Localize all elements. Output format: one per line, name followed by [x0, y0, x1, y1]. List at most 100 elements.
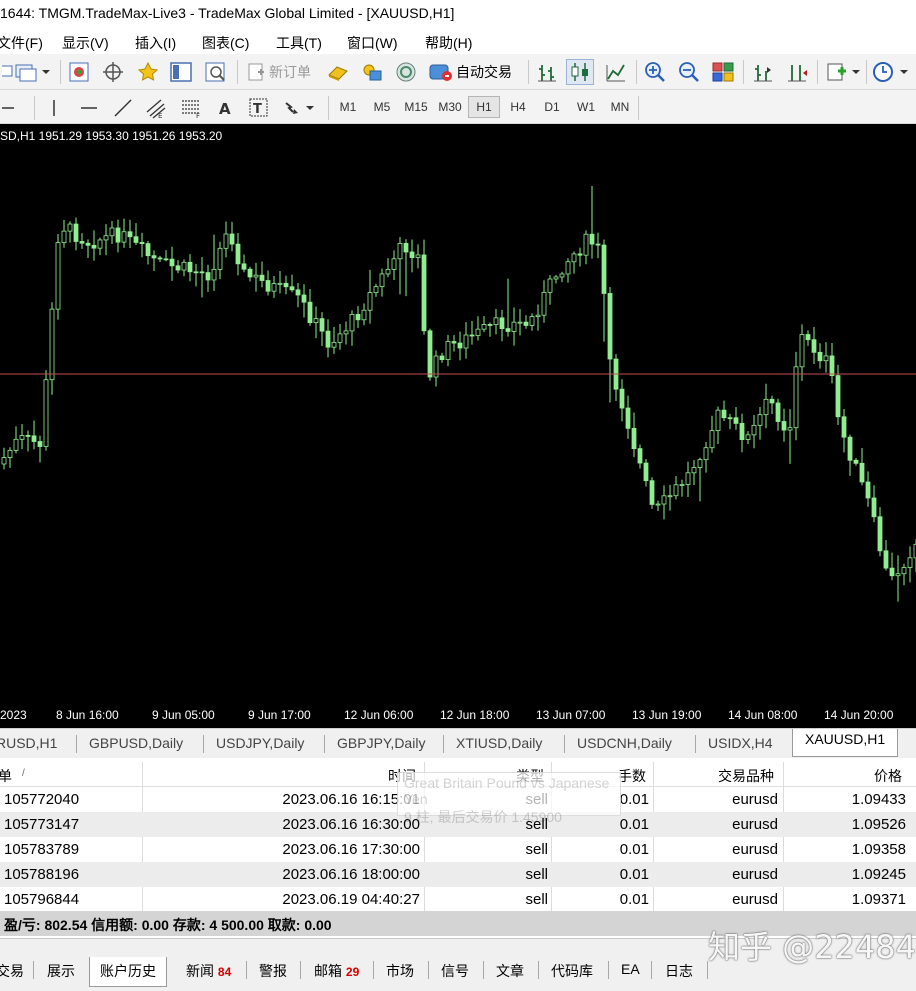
candle-body: [841, 416, 847, 438]
candlestick-chart-icon[interactable]: [566, 59, 594, 85]
zoom-out-icon[interactable]: [678, 60, 700, 84]
candle-body: [469, 334, 475, 337]
candle-body: [727, 417, 733, 420]
menu-insert[interactable]: 插入(I): [135, 33, 176, 53]
tab-mailbox[interactable]: 邮箱 29: [314, 961, 359, 981]
time-axis-label: 13 Jun 07:00: [536, 708, 606, 722]
candle-body: [145, 243, 151, 257]
cell-time: 2023.06.16 17:30:00: [282, 841, 420, 858]
candle-body: [757, 414, 763, 426]
chart-tab[interactable]: XTIUSD,Daily: [456, 735, 542, 758]
column-symbol[interactable]: 交易品种: [718, 766, 774, 786]
chart-tab[interactable]: RUSD,H1: [0, 735, 57, 758]
tab-news[interactable]: 新闻 84: [186, 961, 231, 981]
column-type[interactable]: 类型: [516, 766, 544, 786]
equidistant-channel-icon[interactable]: E: [144, 96, 170, 120]
auto-trading-button[interactable]: 自动交易: [428, 60, 512, 84]
menu-tools[interactable]: 工具(T): [276, 33, 322, 53]
candle-body: [439, 355, 445, 361]
chart-tab[interactable]: USDCNH,Daily: [577, 735, 672, 758]
crosshair-nav-icon[interactable]: [102, 60, 124, 84]
tab-journal[interactable]: 日志: [665, 961, 693, 981]
table-row[interactable]: 105788196 2023.06.16 18:00:00 sell 0.01 euru…: [0, 862, 916, 887]
cell-symbol: eurusd: [732, 791, 778, 808]
new-order-button[interactable]: 新订单: [246, 60, 311, 84]
crosshair-icon[interactable]: [2, 96, 22, 120]
candle-body: [745, 434, 751, 440]
terminal-icon[interactable]: [169, 60, 193, 84]
column-price[interactable]: 价格: [874, 766, 902, 786]
chart-window-tabs: RUSD,H1 GBPUSD,Daily USDJPY,Daily GBPJPY…: [0, 728, 916, 758]
timeframe-h4[interactable]: H4: [502, 96, 534, 118]
timeframe-m5[interactable]: M5: [366, 96, 398, 118]
column-order[interactable]: 单: [0, 766, 12, 786]
time-axis-label: 14 Jun 20:00: [824, 708, 894, 722]
strategy-tester-icon[interactable]: [204, 60, 228, 84]
timeframe-m30[interactable]: M30: [434, 96, 466, 118]
timeframe-w1[interactable]: W1: [570, 96, 602, 118]
line-chart-icon[interactable]: [605, 60, 627, 84]
profiles-icon[interactable]: [14, 60, 54, 84]
drawing-toolbar: E F A T M1 M5 M15 M30 H1 H4 D1 W1 MN: [0, 90, 916, 124]
zoom-in-icon[interactable]: [644, 60, 666, 84]
timeframe-d1[interactable]: D1: [536, 96, 568, 118]
text-label-icon[interactable]: T: [248, 96, 270, 120]
timeframe-mn[interactable]: MN: [604, 96, 636, 118]
timeframe-m15[interactable]: M15: [400, 96, 432, 118]
fibonacci-icon[interactable]: F: [180, 96, 204, 120]
timeframe-m1[interactable]: M1: [332, 96, 364, 118]
community-icon[interactable]: [394, 60, 418, 84]
menu-charts[interactable]: 图表(C): [202, 33, 249, 53]
timeframe-h1[interactable]: H1: [468, 96, 500, 118]
chart-shift-icon[interactable]: [752, 60, 774, 84]
table-row[interactable]: 105796844 2023.06.19 04:40:27 sell 0.01 euru…: [0, 887, 916, 912]
text-icon[interactable]: A: [216, 96, 238, 120]
table-row[interactable]: 105773147 2023.06.16 16:30:00 sell 0.01 euru…: [0, 812, 916, 837]
candle-body: [637, 448, 643, 464]
tab-signals[interactable]: 信号: [441, 961, 469, 981]
candle-body: [283, 282, 289, 288]
candle-body: [337, 333, 343, 343]
table-row[interactable]: 105783789 2023.06.16 17:30:00 sell 0.01 euru…: [0, 837, 916, 862]
vertical-line-icon[interactable]: [44, 96, 64, 120]
menu-help[interactable]: 帮助(H): [425, 33, 472, 53]
horizontal-line-icon[interactable]: [78, 96, 100, 120]
arrows-icon[interactable]: [282, 96, 316, 120]
price-chart[interactable]: SD,H1 1951.29 1953.30 1951.26 1953.20 20…: [0, 124, 916, 728]
navigator-icon[interactable]: [136, 60, 160, 84]
tab-account-history[interactable]: 账户历史: [89, 957, 167, 987]
market-watch-icon[interactable]: [68, 60, 90, 84]
candle-body: [259, 274, 265, 281]
periods-icon[interactable]: [872, 60, 912, 84]
tab-trade[interactable]: 交易: [0, 961, 24, 981]
chart-tab[interactable]: GBPJPY,Daily: [337, 735, 425, 758]
column-time[interactable]: 时间: [388, 766, 416, 786]
auto-scroll-icon[interactable]: [786, 60, 808, 84]
menu-view[interactable]: 显示(V): [62, 33, 109, 53]
chart-tab[interactable]: GBPUSD,Daily: [89, 735, 183, 758]
mt4-window: 1644: TMGM.TradeMax-Live3 - TradeMax Glo…: [0, 0, 916, 991]
time-axis-label: 8 Jun 16:00: [56, 708, 119, 722]
table-row[interactable]: 105772040 2023.06.16 16:15:01 sell 0.01 euru…: [0, 787, 916, 812]
chart-tab[interactable]: USIDX,H4: [708, 735, 773, 758]
tab-market[interactable]: 市场: [386, 961, 414, 981]
indicators-icon[interactable]: [826, 60, 862, 84]
bar-chart-icon[interactable]: [536, 60, 558, 84]
menu-file[interactable]: 文件(F): [0, 33, 43, 53]
column-lots[interactable]: 手数: [618, 766, 646, 786]
tab-articles[interactable]: 文章: [496, 961, 524, 981]
tile-windows-icon[interactable]: [712, 60, 734, 84]
candle-body: [847, 436, 853, 461]
chart-tab[interactable]: USDJPY,Daily: [216, 735, 304, 758]
candle-body: [175, 265, 181, 271]
signals-icon[interactable]: [360, 60, 384, 84]
menu-window[interactable]: 窗口(W): [347, 33, 398, 53]
chart-tab-active[interactable]: XAUUSD,H1: [792, 729, 899, 757]
trendline-icon[interactable]: [112, 96, 134, 120]
tab-alerts[interactable]: 警报: [259, 961, 287, 981]
gold-bars-icon[interactable]: [326, 60, 350, 84]
tab-exposure[interactable]: 展示: [47, 961, 75, 981]
tab-codebase[interactable]: 代码库: [551, 961, 593, 981]
tab-ea[interactable]: EA: [621, 961, 640, 977]
candlestick-plot[interactable]: [0, 124, 916, 728]
